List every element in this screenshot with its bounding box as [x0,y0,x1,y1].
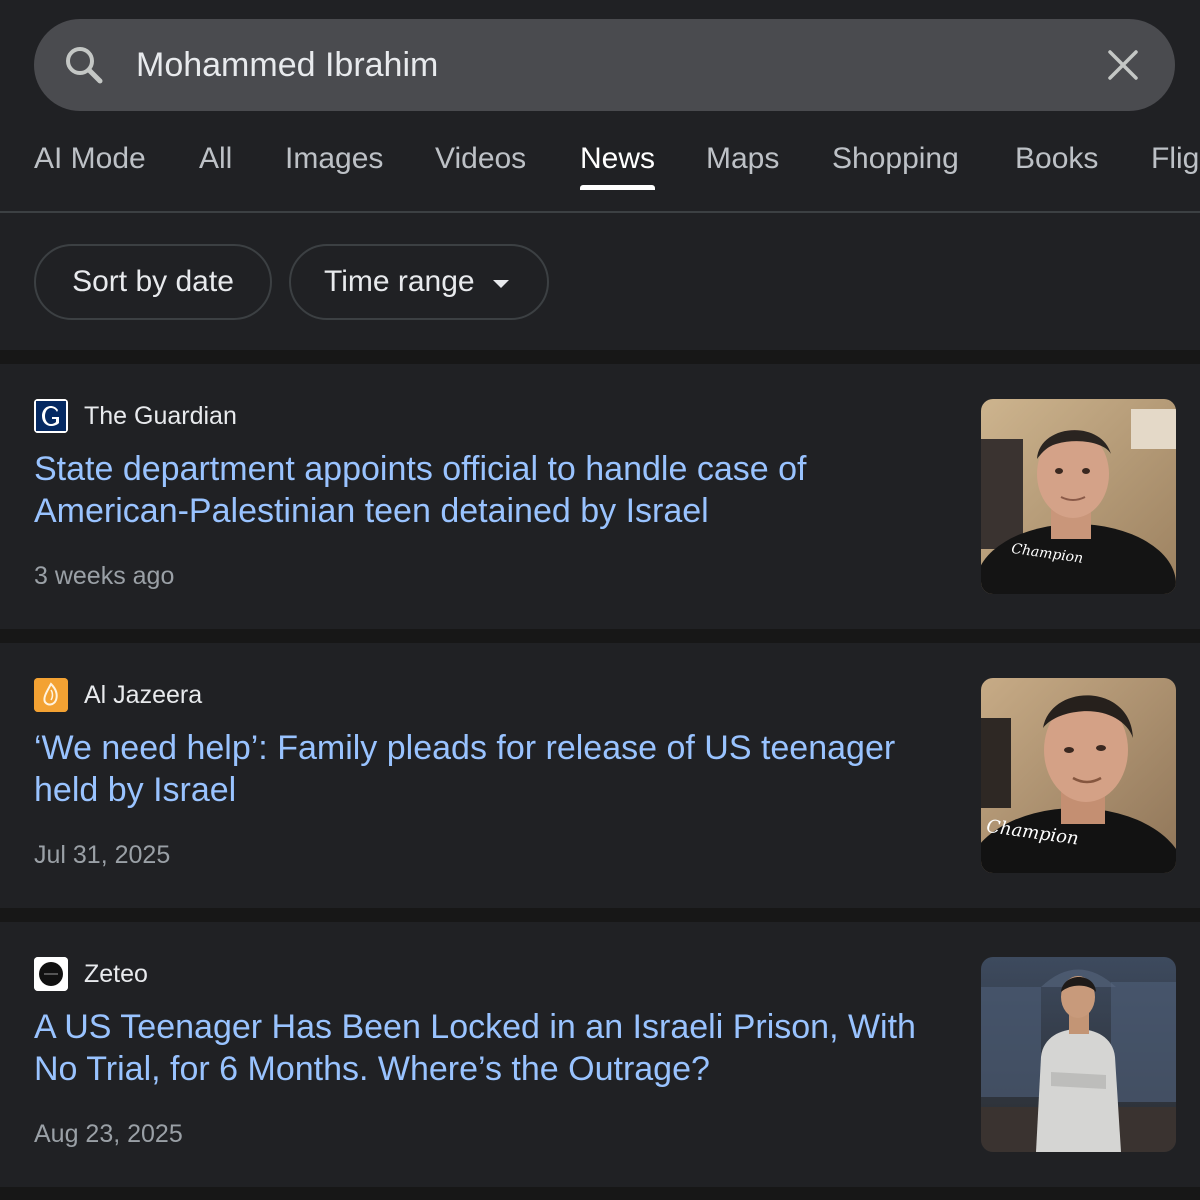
tab-shopping[interactable]: Shopping [832,142,959,176]
thumbnail-image[interactable] [981,957,1176,1152]
tab-all[interactable]: All [199,142,232,176]
publish-date: Aug 23, 2025 [34,1120,183,1148]
divider [0,908,1200,922]
caret-down-icon [492,280,509,288]
headline-link[interactable]: A US Teenager Has Been Locked in an Isra… [34,1006,934,1090]
source-name: Al Jazeera [84,680,203,709]
news-result[interactable]: Zeteo A US Teenager Has Been Locked in a… [0,922,1200,1187]
tab-ai-mode[interactable]: AI Mode [34,142,146,176]
publish-date: Jul 31, 2025 [34,841,171,869]
tab-books[interactable]: Books [1015,142,1098,176]
divider [0,1187,1200,1200]
source-name: Zeteo [84,959,148,988]
zeteo-logo-icon [34,957,68,991]
search-bar[interactable] [34,19,1175,111]
filter-bar: Sort by date Time range [0,213,1200,350]
guardian-logo-icon [34,399,68,433]
thumbnail-image[interactable]: Champion [981,678,1176,873]
divider [0,629,1200,643]
active-tab-indicator [580,185,655,190]
divider [0,350,1200,364]
tab-maps[interactable]: Maps [706,142,779,176]
search-input[interactable] [136,39,1036,91]
search-icon[interactable] [62,43,106,87]
source-name: The Guardian [84,401,237,430]
news-result[interactable]: The Guardian State department appoints o… [0,364,1200,629]
sort-by-date-button[interactable]: Sort by date [34,244,272,320]
source-row: Zeteo [34,957,148,991]
headline-link[interactable]: ‘We need help’: Family pleads for releas… [34,727,934,811]
tab-flights[interactable]: Flig [1151,142,1199,176]
close-icon[interactable] [1105,47,1141,83]
search-tabs: AI Mode All Images Videos News Maps Shop… [0,112,1200,213]
news-result[interactable]: Al Jazeera ‘We need help’: Family pleads… [0,643,1200,908]
source-row: The Guardian [34,399,237,433]
source-row: Al Jazeera [34,678,202,712]
sort-by-date-label: Sort by date [72,265,234,298]
al-jazeera-logo-icon [34,678,68,712]
headline-link[interactable]: State department appoints official to ha… [34,448,934,532]
tab-news[interactable]: News [580,142,655,176]
time-range-dropdown[interactable]: Time range [289,244,549,320]
publish-date: 3 weeks ago [34,562,175,590]
thumbnail-image[interactable]: Champion [981,399,1176,594]
search-results-page: AI Mode All Images Videos News Maps Shop… [0,0,1200,1200]
tab-images[interactable]: Images [285,142,383,176]
time-range-label: Time range [324,265,475,298]
tab-videos[interactable]: Videos [435,142,526,176]
